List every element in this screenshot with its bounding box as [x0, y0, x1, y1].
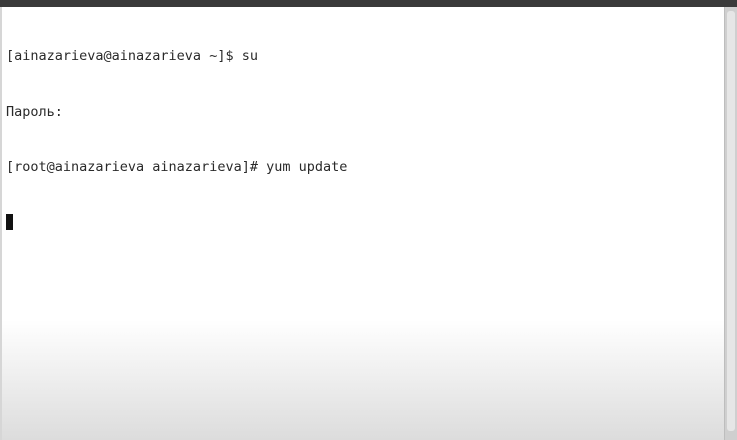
terminal-line: [root@ainazarieva ainazarieva]# yum upda…: [6, 159, 348, 175]
terminal-window: [ainazarieva@ainazarieva ~]$ su Пароль: …: [0, 0, 737, 440]
scrollbar-thumb[interactable]: [727, 11, 735, 431]
window-titlebar[interactable]: [0, 0, 737, 7]
terminal-line: [ainazarieva@ainazarieva ~]$ su: [6, 48, 258, 64]
terminal-cursor-line: [6, 213, 347, 233]
terminal-bottom-fade: [2, 320, 725, 440]
terminal-line: Пароль:: [6, 103, 63, 120]
terminal-output-area[interactable]: [ainazarieva@ainazarieva ~]$ su Пароль: …: [2, 7, 725, 440]
terminal-lines: [ainazarieva@ainazarieva ~]$ su Пароль: …: [6, 10, 347, 269]
text-cursor: [6, 213, 13, 230]
vertical-scrollbar[interactable]: [724, 7, 737, 440]
